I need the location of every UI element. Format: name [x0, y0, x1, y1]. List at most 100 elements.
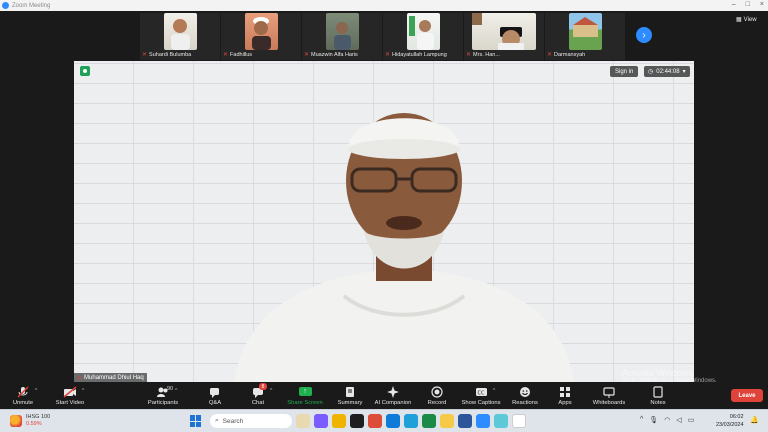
qa-icon	[207, 385, 223, 398]
unmute-label: Unmute	[12, 400, 34, 406]
qa-label: Q&A	[208, 400, 222, 406]
zoom-app-icon[interactable]	[476, 414, 490, 428]
svg-text:CC: CC	[477, 390, 484, 396]
view-button[interactable]: ▦ View	[736, 16, 757, 24]
gallery-strip: ✕ Suhardi Bulumba ✕ Fadhillus ✕ Muazwin Alf…	[140, 13, 625, 60]
watermark-line1: Activate Windows	[622, 368, 694, 378]
participant-tile[interactable]: ✕ Mrs. Han...	[464, 13, 544, 60]
start-video-button[interactable]: Start Video ^	[42, 385, 98, 406]
word-icon[interactable]	[458, 414, 472, 428]
chat-label: Chat	[251, 400, 265, 406]
caret-up-icon[interactable]: ^	[270, 388, 272, 394]
chat-icon: 8	[250, 383, 267, 398]
taskbar-clock[interactable]: 06:02 23/03/2024	[716, 413, 744, 429]
apps-label: Apps	[558, 400, 572, 406]
window-controls: – □ ×	[732, 1, 764, 8]
chat-badge: 8	[259, 383, 267, 390]
meeting-timer[interactable]: ◷ 02:44:08 ▾	[644, 66, 690, 77]
microphone-icon[interactable]: 🎙	[649, 416, 658, 424]
taskbar-apps	[296, 414, 526, 428]
ticker-value: 0.59%	[26, 421, 42, 427]
view-label: View	[743, 16, 757, 23]
summary-icon	[342, 385, 358, 398]
clock-icon: ◷	[648, 69, 654, 75]
muted-mic-icon: ✕	[223, 52, 229, 58]
share-screen-icon: ↑	[297, 385, 313, 398]
muted-mic-icon: ✕	[547, 52, 553, 58]
speaker-icon[interactable]: ◁	[676, 416, 681, 424]
ticker-icon	[10, 415, 22, 427]
grid-icon: ▦	[736, 17, 742, 23]
clock-time: 06:02	[729, 414, 744, 420]
captions-icon: CC	[473, 385, 489, 398]
folder-icon[interactable]	[440, 414, 454, 428]
participant-video	[569, 13, 602, 50]
smiley-icon	[517, 385, 533, 398]
ticker-widget[interactable]: IHSG 100 0.59%	[10, 414, 50, 428]
apps-icon	[557, 385, 573, 398]
participant-tile[interactable]: ✕ Darmansyah	[545, 13, 625, 60]
zoom-logo-icon	[2, 2, 9, 9]
file-explorer-icon[interactable]	[332, 414, 346, 428]
participant-video	[472, 13, 536, 50]
whiteboards-button[interactable]: Whiteboards	[581, 385, 637, 406]
maximize-icon[interactable]: □	[746, 1, 750, 8]
participant-name: Hidayatullah Lampung	[392, 51, 447, 58]
participants-button[interactable]: 90 Participants ^	[135, 385, 191, 406]
muted-mic-icon: ✕	[466, 52, 472, 58]
app-icon[interactable]	[494, 414, 508, 428]
sparkle-icon	[385, 385, 401, 398]
sign-in-button[interactable]: Sign in	[610, 66, 639, 77]
excel-icon[interactable]	[422, 414, 436, 428]
participant-name: Mrs. Han...	[473, 51, 500, 58]
participants-label: Participants	[147, 400, 179, 406]
participant-video	[407, 13, 440, 50]
speaker-name: Muhammad Dhiul Haq	[84, 375, 144, 381]
participant-name: Muazwin Alfa Haris	[311, 51, 358, 58]
app-icon[interactable]	[512, 414, 526, 428]
battery-icon[interactable]: ▭	[688, 416, 695, 424]
task-view-icon[interactable]	[350, 414, 364, 428]
muted-mic-icon: ✕	[142, 52, 148, 58]
participant-tile[interactable]: ✕ Fadhillus	[221, 13, 301, 60]
participant-name: Suhardi Bulumba	[149, 51, 192, 58]
close-icon[interactable]: ×	[760, 1, 764, 8]
participant-video	[245, 13, 278, 50]
summary-label: Summary	[337, 400, 363, 406]
chrome-icon[interactable]	[368, 414, 382, 428]
participant-tile[interactable]: ✕ Hidayatullah Lampung	[383, 13, 463, 60]
active-speaker-video[interactable]: Sign in ◷ 02:44:08 ▾ ✕ Muhammad Dhiul Ha…	[74, 61, 694, 383]
meeting-toolbar: Unmute ^ Start Video ^ 90 Participants ^…	[0, 382, 768, 409]
chevron-up-icon[interactable]: ^	[640, 416, 643, 424]
reactions-label: Reactions	[512, 400, 538, 406]
participants-count: 90	[167, 386, 174, 392]
taskbar-search[interactable]: ⌕ Search	[210, 414, 292, 428]
system-tray: ^ 🎙 ◠ ◁ ▭	[640, 416, 694, 424]
notification-bell-icon[interactable]: 🔔	[750, 416, 759, 424]
meeting-stage: ✕ Suhardi Bulumba ✕ Fadhillus ✕ Muazwin Alf…	[0, 11, 768, 383]
leave-button[interactable]: Leave	[731, 389, 763, 402]
edge-icon[interactable]	[386, 414, 400, 428]
participant-video	[326, 13, 359, 50]
participant-tile[interactable]: ✕ Suhardi Bulumba	[140, 13, 220, 60]
widgets-icon[interactable]	[296, 414, 310, 428]
windows-start-icon[interactable]	[190, 415, 202, 427]
next-page-button[interactable]: ›	[636, 27, 652, 43]
outlook-icon[interactable]	[404, 414, 418, 428]
participant-tile[interactable]: ✕ Muazwin Alfa Haris	[302, 13, 382, 60]
caret-up-icon[interactable]: ^	[175, 388, 177, 394]
caret-up-icon[interactable]: ^	[82, 388, 84, 394]
show-captions-label: Show Captions	[461, 400, 501, 406]
participant-name: Darmansyah	[554, 51, 586, 58]
window-titlebar: Zoom Meeting – □ ×	[0, 0, 768, 11]
muted-mic-icon: ✕	[385, 52, 391, 58]
chevron-down-icon: ▾	[682, 69, 686, 75]
caret-up-icon[interactable]: ^	[35, 388, 37, 394]
wifi-icon[interactable]: ◠	[664, 416, 670, 424]
caret-up-icon[interactable]: ^	[493, 388, 495, 394]
encryption-shield-icon[interactable]	[80, 66, 90, 76]
ticker-title: IHSG 100	[26, 414, 51, 420]
copilot-icon[interactable]	[314, 414, 328, 428]
minimize-icon[interactable]: –	[732, 1, 736, 8]
notes-button[interactable]: Notes	[630, 385, 686, 406]
